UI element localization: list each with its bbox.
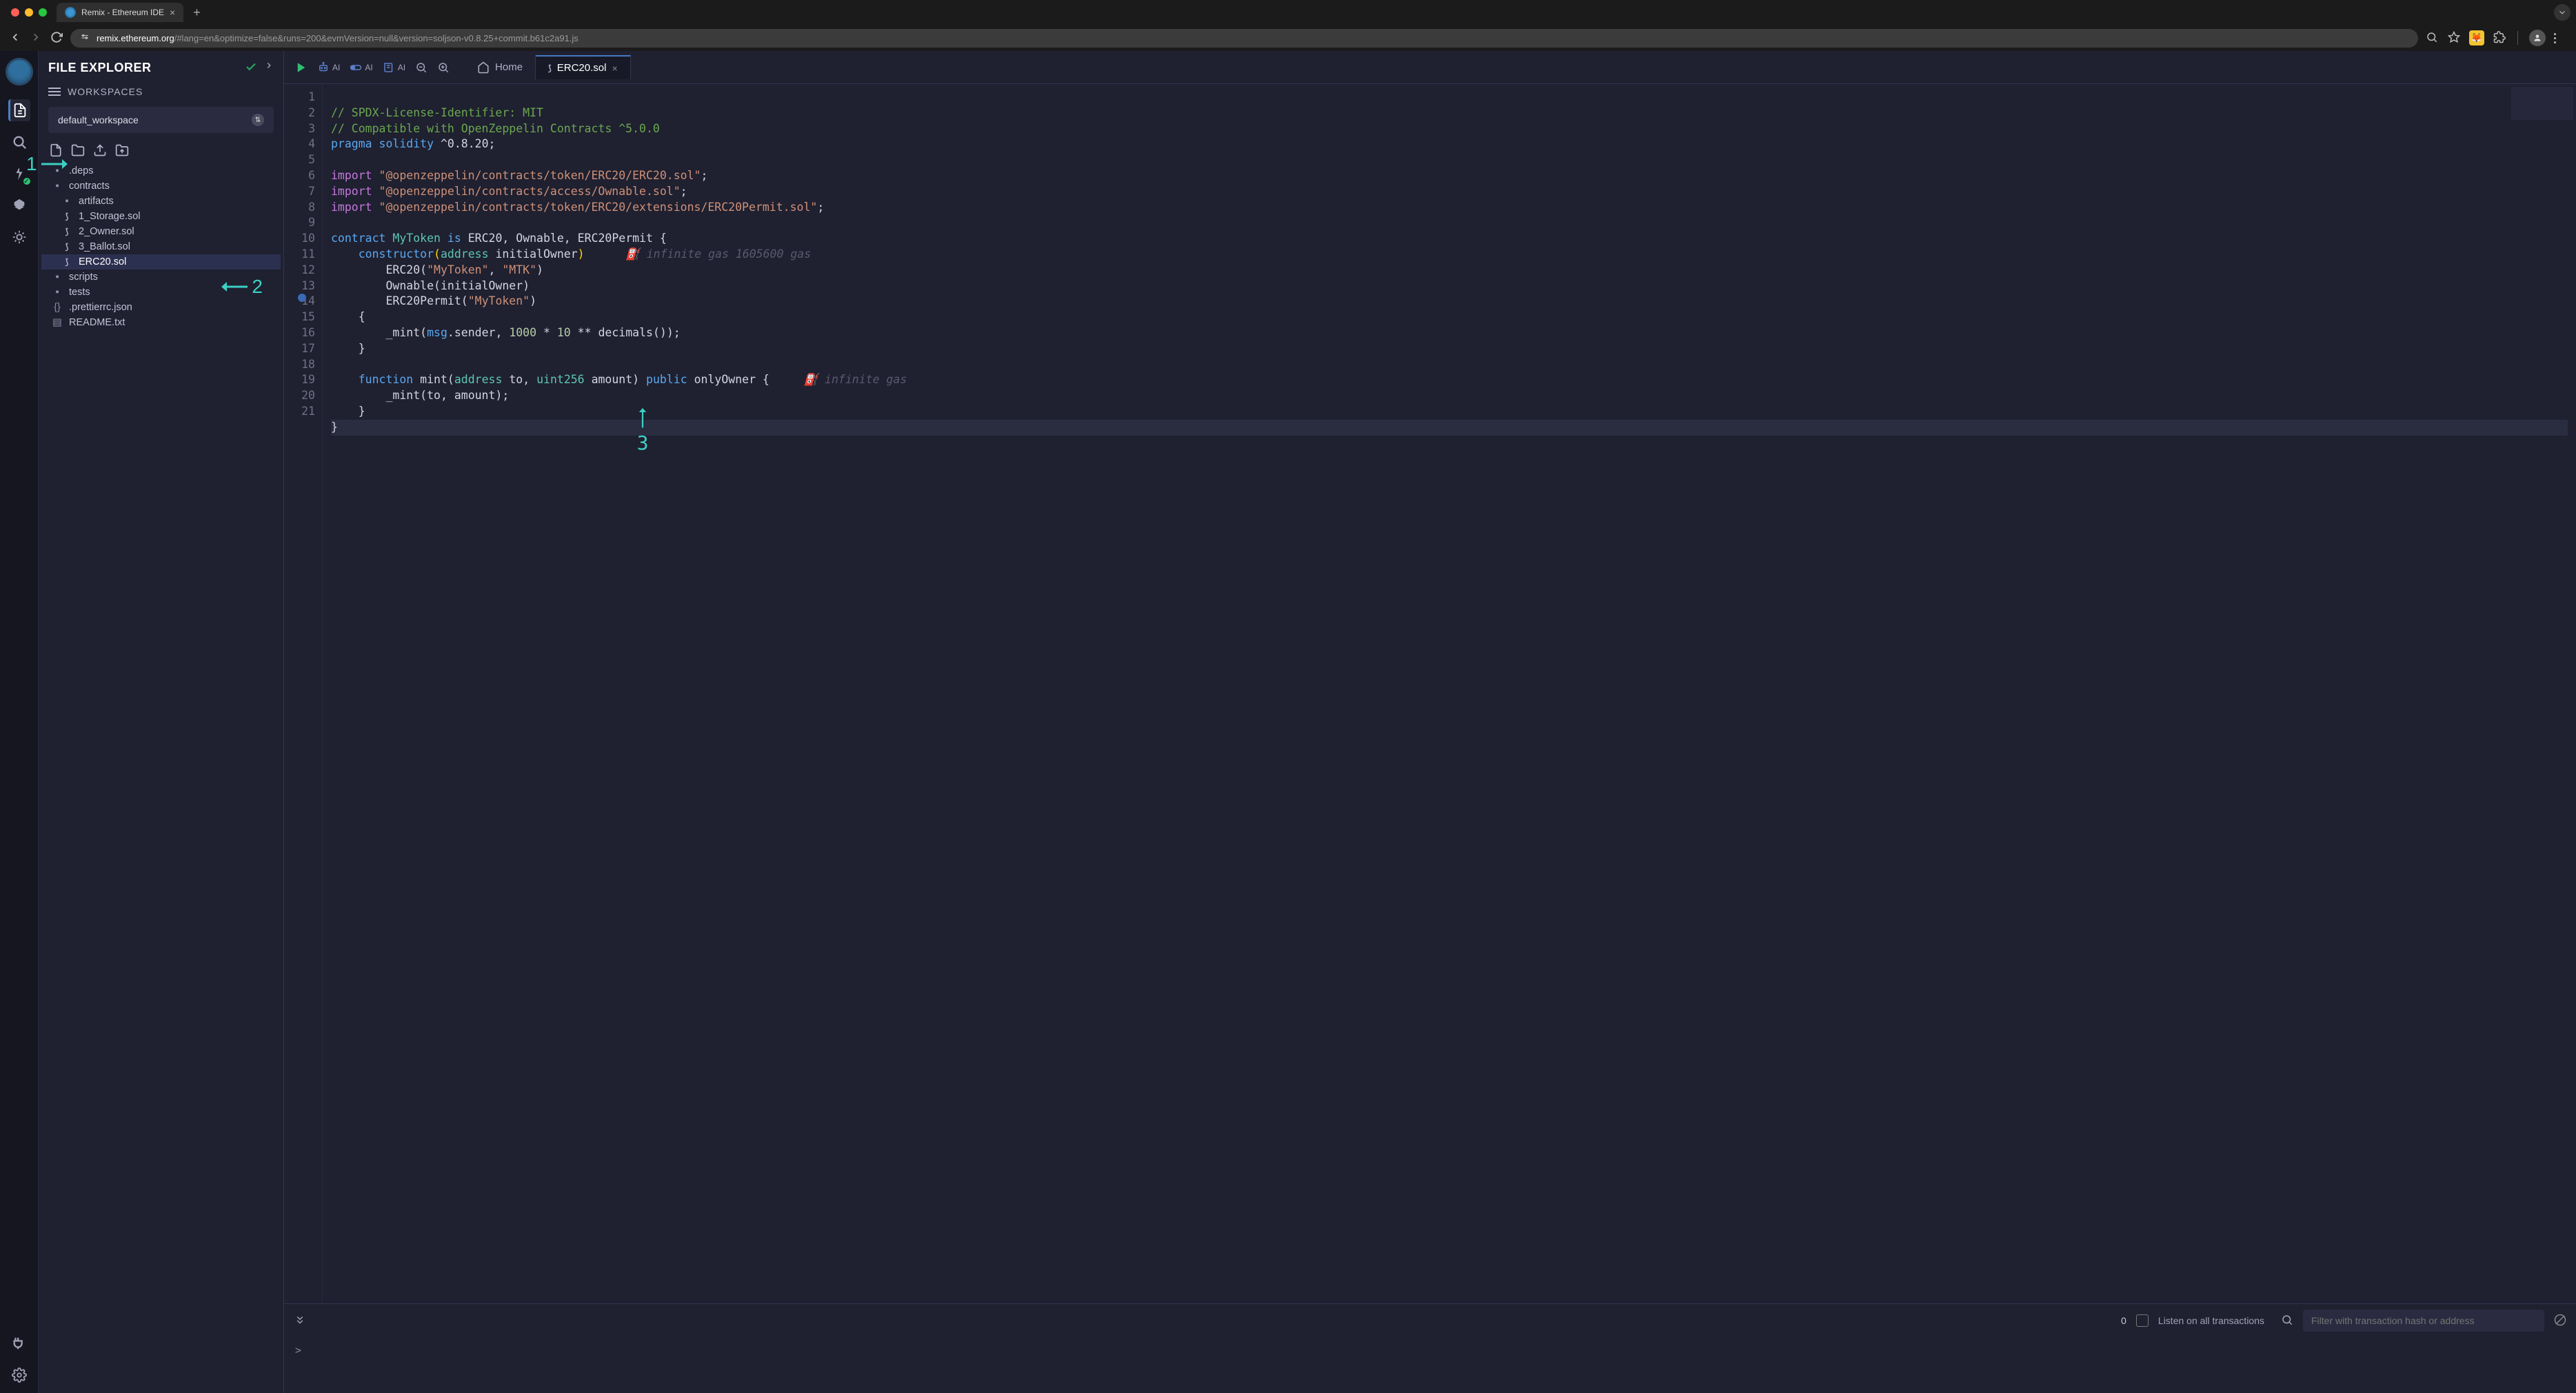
ai-robot-button[interactable]: AI xyxy=(314,59,343,77)
plugin-manager-icon[interactable] xyxy=(8,1332,30,1354)
deploy-icon[interactable] xyxy=(8,194,30,216)
workspace-selector[interactable]: default_workspace ⇅ xyxy=(48,107,274,133)
compile-ok-badge: ✓ xyxy=(22,176,32,186)
terminal-body[interactable]: > xyxy=(284,1337,2576,1393)
editor-toolbar: AI AI AI Home ⟆ xyxy=(284,51,2576,84)
terminal-chevron-icon[interactable] xyxy=(294,1314,306,1328)
run-button[interactable] xyxy=(292,59,310,77)
window-maximize-button[interactable] xyxy=(39,8,47,17)
zoom-out-button[interactable] xyxy=(412,59,430,77)
window-minimize-button[interactable] xyxy=(25,8,33,17)
upload-folder-icon[interactable] xyxy=(114,143,130,158)
browser-chrome: Remix - Ethereum IDE × + remix.ethereum.… xyxy=(0,0,2576,51)
bookmark-icon[interactable] xyxy=(2447,31,2461,45)
tree-folder-tests[interactable]: ▪tests xyxy=(41,285,281,300)
browser-tab-bar: Remix - Ethereum IDE × + xyxy=(0,0,2576,25)
new-folder-icon[interactable] xyxy=(70,143,85,158)
browser-menu-button[interactable] xyxy=(2554,33,2568,43)
url-domain: remix.ethereum.org xyxy=(97,33,174,43)
forward-button[interactable] xyxy=(29,31,43,45)
address-bar-row: remix.ethereum.org/#lang=en&optimize=fal… xyxy=(0,25,2576,51)
terminal-toolbar: 0 Listen on all transactions xyxy=(284,1304,2576,1337)
tree-file-prettierrc[interactable]: {}.prettierrc.json xyxy=(41,300,281,315)
remix-app: ✓ FILE EXPLORER xyxy=(0,51,2576,1393)
browser-tab-remix[interactable]: Remix - Ethereum IDE × xyxy=(57,3,183,22)
zoom-in-button[interactable] xyxy=(434,59,452,77)
tree-folder-scripts[interactable]: ▪scripts xyxy=(41,270,281,285)
tree-file-ballot[interactable]: ⟆3_Ballot.sol xyxy=(41,239,281,254)
search-icon[interactable] xyxy=(8,131,30,153)
new-tab-button[interactable]: + xyxy=(188,6,206,20)
extension-badge[interactable]: 🦊 xyxy=(2469,30,2484,45)
tab-title: Remix - Ethereum IDE xyxy=(81,8,164,17)
settings-icon[interactable] xyxy=(8,1364,30,1386)
profile-button[interactable] xyxy=(2529,30,2546,46)
workspaces-label: WORKSPACES xyxy=(68,86,143,97)
tab-home[interactable]: Home xyxy=(465,55,536,79)
editor-body[interactable]: 123456789101112131415161718192021 // SPD… xyxy=(284,84,2576,1303)
terminal-search-icon[interactable] xyxy=(2281,1314,2293,1328)
listen-all-label: Listen on all transactions xyxy=(2158,1315,2264,1326)
terminal-tx-count: 0 xyxy=(2121,1315,2126,1326)
minimap[interactable] xyxy=(2511,87,2573,142)
workspace-caret-icon: ⇅ xyxy=(252,114,264,126)
ai-book-button[interactable]: AI xyxy=(380,59,408,77)
window-controls xyxy=(6,8,52,17)
reload-button[interactable] xyxy=(50,31,63,45)
remix-logo[interactable] xyxy=(6,58,33,85)
panel-collapse-icon[interactable] xyxy=(264,61,274,75)
compile-check-icon[interactable] xyxy=(245,61,257,75)
panel-title: FILE EXPLORER xyxy=(48,61,152,75)
debugger-icon[interactable] xyxy=(8,226,30,248)
tab-erc20[interactable]: ⟆ ERC20.sol × xyxy=(536,55,631,79)
tree-file-storage[interactable]: ⟆1_Storage.sol xyxy=(41,209,281,224)
line-gutter: 123456789101112131415161718192021 xyxy=(284,84,323,1303)
upload-icon[interactable] xyxy=(92,143,108,158)
zoom-icon[interactable] xyxy=(2425,31,2439,45)
tree-file-erc20[interactable]: ⟆ERC20.sol xyxy=(41,254,281,270)
left-iconbar: ✓ xyxy=(0,51,39,1393)
ai-toggle-button[interactable]: AI xyxy=(347,59,375,77)
terminal-filter-input[interactable] xyxy=(2303,1310,2544,1332)
workspace-selected-label: default_workspace xyxy=(58,114,139,125)
browser-toolbar-right: 🦊 xyxy=(2425,30,2568,46)
file-explorer-icon[interactable] xyxy=(8,99,30,121)
tree-folder-artifacts[interactable]: ▪artifacts xyxy=(41,194,281,209)
tree-folder-deps[interactable]: ▪.deps xyxy=(41,163,281,179)
url-path: /#lang=en&optimize=false&runs=200&evmVer… xyxy=(174,33,578,43)
back-button[interactable] xyxy=(8,31,22,45)
panel-header: FILE EXPLORER xyxy=(39,57,283,79)
terminal-panel: 0 Listen on all transactions > xyxy=(284,1303,2576,1393)
tree-folder-contracts[interactable]: ▪contracts xyxy=(41,179,281,194)
remix-favicon xyxy=(65,7,76,18)
extensions-icon[interactable] xyxy=(2493,31,2506,45)
terminal-prompt: > xyxy=(295,1344,301,1356)
listen-all-checkbox[interactable] xyxy=(2136,1314,2149,1327)
site-settings-icon[interactable] xyxy=(80,33,90,43)
file-explorer-panel: FILE EXPLORER WORKSPACES default_workspa… xyxy=(39,51,284,1393)
divider xyxy=(2517,31,2518,45)
workspaces-hamburger-icon[interactable] xyxy=(48,88,61,96)
file-tree: ▪.deps ▪contracts ▪artifacts ⟆1_Storage.… xyxy=(39,163,283,330)
tab-close-erc20[interactable]: × xyxy=(612,63,617,74)
tree-file-owner[interactable]: ⟆2_Owner.sol xyxy=(41,224,281,239)
tab-list-button[interactable] xyxy=(2554,4,2570,21)
new-file-icon[interactable] xyxy=(48,143,63,158)
editor-tabs: Home ⟆ ERC20.sol × xyxy=(465,55,631,79)
file-toolbar xyxy=(39,140,283,163)
code-content[interactable]: // SPDX-License-Identifier: MIT // Compa… xyxy=(323,84,2576,1303)
tab-close-button[interactable]: × xyxy=(170,7,175,18)
main-area: AI AI AI Home ⟆ xyxy=(284,51,2576,1393)
terminal-clear-button[interactable] xyxy=(2554,1314,2566,1328)
window-close-button[interactable] xyxy=(11,8,19,17)
workspaces-row: WORKSPACES xyxy=(39,79,283,104)
url-bar[interactable]: remix.ethereum.org/#lang=en&optimize=fal… xyxy=(70,29,2418,48)
tree-file-readme[interactable]: ▤README.txt xyxy=(41,315,281,330)
